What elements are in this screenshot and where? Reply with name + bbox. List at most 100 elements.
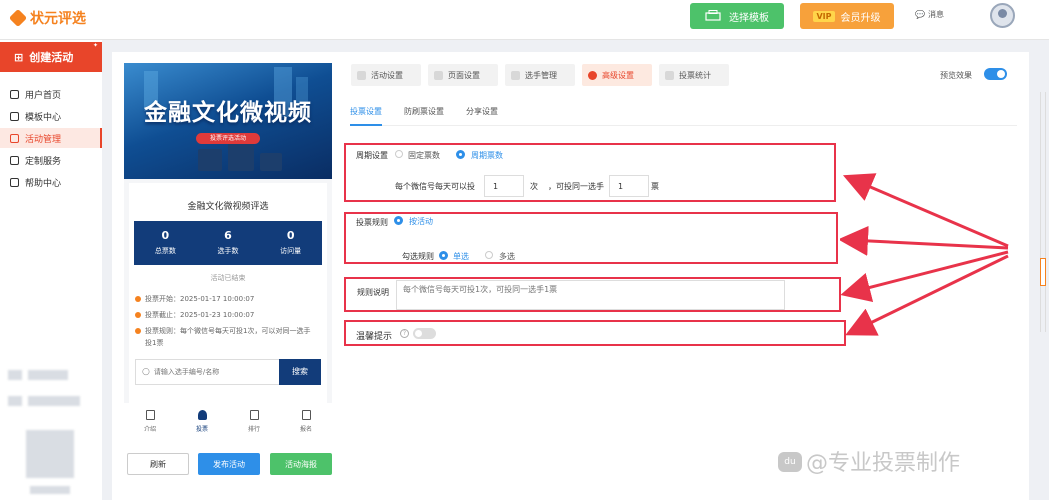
preview-search: ○ 搜索 <box>135 358 321 385</box>
tab-advanced[interactable]: 高级设置 <box>582 64 652 86</box>
printer-icon <box>705 10 721 21</box>
logo-icon <box>8 8 28 28</box>
preview-bottom-nav: 介绍 投票 排行 报名 <box>124 406 332 438</box>
scrollbar-track[interactable] <box>1040 92 1046 332</box>
tab-page-settings[interactable]: 页面设置 <box>428 64 498 86</box>
top-header: 状元评选 选择模板 VIP 会员升级 💬 消息 <box>0 0 1049 40</box>
create-activity-button[interactable]: ⊞ 创建活动 ✦ <box>0 42 102 72</box>
page-icon <box>434 70 443 80</box>
activity-status: 活动已结束 <box>210 274 246 282</box>
sidebar-item-custom[interactable]: 定制服务 <box>0 150 102 170</box>
tab-label: 高级设置 <box>602 70 634 80</box>
banner-title: 金融文化微视频 <box>144 100 312 126</box>
create-activity-label: 创建活动 <box>29 51 74 64</box>
nav-label: 介绍 <box>143 426 156 433</box>
tab-contestants[interactable]: 选手管理 <box>505 64 575 86</box>
vote-rule-line: 投票规则：每个微信号每天可投1次，可以对同一选手 <box>145 327 311 335</box>
highlight-cycle-settings <box>344 143 836 202</box>
sidebar-item-activities[interactable]: 活动管理 <box>0 128 102 148</box>
highlight-vote-rule <box>344 212 838 264</box>
choose-template-label: 选择模板 <box>729 12 769 24</box>
refresh-button[interactable]: 刷新 <box>127 453 189 475</box>
watermark-text: @专业投票制作 <box>806 451 961 476</box>
sidebar: ⊞ 创建活动 ✦ 用户首页 模板中心 活动管理 定制服务 帮助中心 <box>0 40 102 500</box>
preview-search-button[interactable]: 搜索 <box>279 358 321 385</box>
vip-badge: VIP <box>813 10 835 22</box>
sidebar-item-help[interactable]: 帮助中心 <box>0 172 102 192</box>
folder-icon <box>10 111 19 121</box>
nav-ranking[interactable]: 排行 <box>228 406 280 438</box>
blurred-qr-image <box>26 430 74 478</box>
stat-label: 访问量 <box>280 247 302 255</box>
tools-icon <box>10 155 19 165</box>
plus-box-icon: ⊞ <box>14 50 24 64</box>
logo-text: 状元评选 <box>30 11 86 27</box>
document-icon <box>145 410 155 420</box>
poster-button[interactable]: 活动海报 <box>270 453 332 475</box>
preview-title: 金融文化微视频评选 <box>187 202 269 212</box>
highlight-tip <box>344 320 846 346</box>
sidebar-item-label: 活动管理 <box>25 134 62 145</box>
tab-activity-settings[interactable]: 活动设置 <box>351 64 421 86</box>
sidebar-item-templates[interactable]: 模板中心 <box>0 106 102 126</box>
stat-value: 0 <box>286 229 295 242</box>
sidebar-item-label: 定制服务 <box>25 156 62 167</box>
banner-subtitle: 投票评选活动 <box>196 133 260 144</box>
preview-toggle[interactable] <box>984 68 1007 80</box>
messages-label: 消息 <box>927 10 944 19</box>
stat-votes: 0 总票数 <box>134 221 197 265</box>
subtab-vote-settings[interactable]: 投票设置 <box>350 106 382 117</box>
dot-icon <box>135 312 141 318</box>
new-badge-icon: ✦ <box>92 42 98 49</box>
gear-icon <box>588 70 597 80</box>
blurred-text <box>28 370 68 380</box>
coin-stack-icon <box>198 149 222 171</box>
messages-link[interactable]: 💬 消息 <box>915 9 944 20</box>
subtab-anti-fraud[interactable]: 防刷票设置 <box>404 106 444 117</box>
tab-statistics[interactable]: 投票统计 <box>659 64 729 86</box>
tab-label: 选手管理 <box>525 70 557 80</box>
preview-toggle-label: 预览效果 <box>940 71 972 80</box>
subtab-share[interactable]: 分享设置 <box>466 106 498 117</box>
coin-stack-icon <box>260 153 282 171</box>
nav-label: 报名 <box>299 426 312 433</box>
person-icon <box>197 410 207 420</box>
annotation-arrows <box>840 173 1009 336</box>
stat-value: 0 <box>161 229 170 242</box>
choose-template-button[interactable]: 选择模板 <box>690 3 784 29</box>
preview-search-input[interactable] <box>149 360 279 384</box>
scrollbar-thumb[interactable] <box>1040 258 1046 286</box>
vote-end-info: 投票截止：2025-01-23 10:00:07 <box>135 309 321 321</box>
nav-signup[interactable]: 报名 <box>280 406 332 438</box>
nav-vote[interactable]: 投票 <box>176 406 228 438</box>
preview-info-card: 金融文化微视频评选 0 总票数 6 选手数 0 访问量 活动已结束 投票开始：2025… <box>129 183 327 403</box>
user-icon <box>511 70 520 80</box>
chat-icon: 💬 <box>915 10 925 19</box>
dot-icon <box>135 296 141 302</box>
mobile-preview: 金融文化微视频 投票评选活动 金融文化微视频评选 0 总票数 6 选手数 0 访问量 … <box>124 63 332 403</box>
arrow-to-cycle <box>842 173 1009 248</box>
user-avatar[interactable] <box>990 3 1015 28</box>
tab-label: 页面设置 <box>448 70 480 80</box>
blurred-icon <box>8 396 22 406</box>
vote-rule-text: 投票规则：每个微信号每天可投1次，可以对同一选手 投1票 <box>145 325 310 349</box>
stat-contestants: 6 选手数 <box>197 221 260 265</box>
arrow-to-tip <box>845 254 1009 336</box>
settings-icon <box>357 70 366 80</box>
vote-rule-line: 投1票 <box>145 339 164 347</box>
help-book-icon <box>10 177 19 187</box>
app-logo[interactable]: 状元评选 <box>8 6 110 30</box>
tab-label: 活动设置 <box>371 70 403 80</box>
active-tab-underline <box>350 124 382 126</box>
vote-end-text: 投票截止：2025-01-23 10:00:07 <box>145 311 255 319</box>
publish-button[interactable]: 发布活动 <box>198 453 260 475</box>
sub-tabs: 投票设置 防刷票设置 分享设置 <box>350 100 1017 126</box>
briefcase-icon <box>10 133 19 143</box>
vip-upgrade-button[interactable]: VIP 会员升级 <box>800 3 894 29</box>
vip-upgrade-label: 会员升级 <box>840 12 881 24</box>
bar-chart-icon <box>249 410 259 420</box>
nav-intro[interactable]: 介绍 <box>124 406 176 438</box>
paw-logo-icon: du <box>778 452 802 472</box>
sidebar-item-home[interactable]: 用户首页 <box>0 84 102 104</box>
dot-icon <box>135 328 141 334</box>
